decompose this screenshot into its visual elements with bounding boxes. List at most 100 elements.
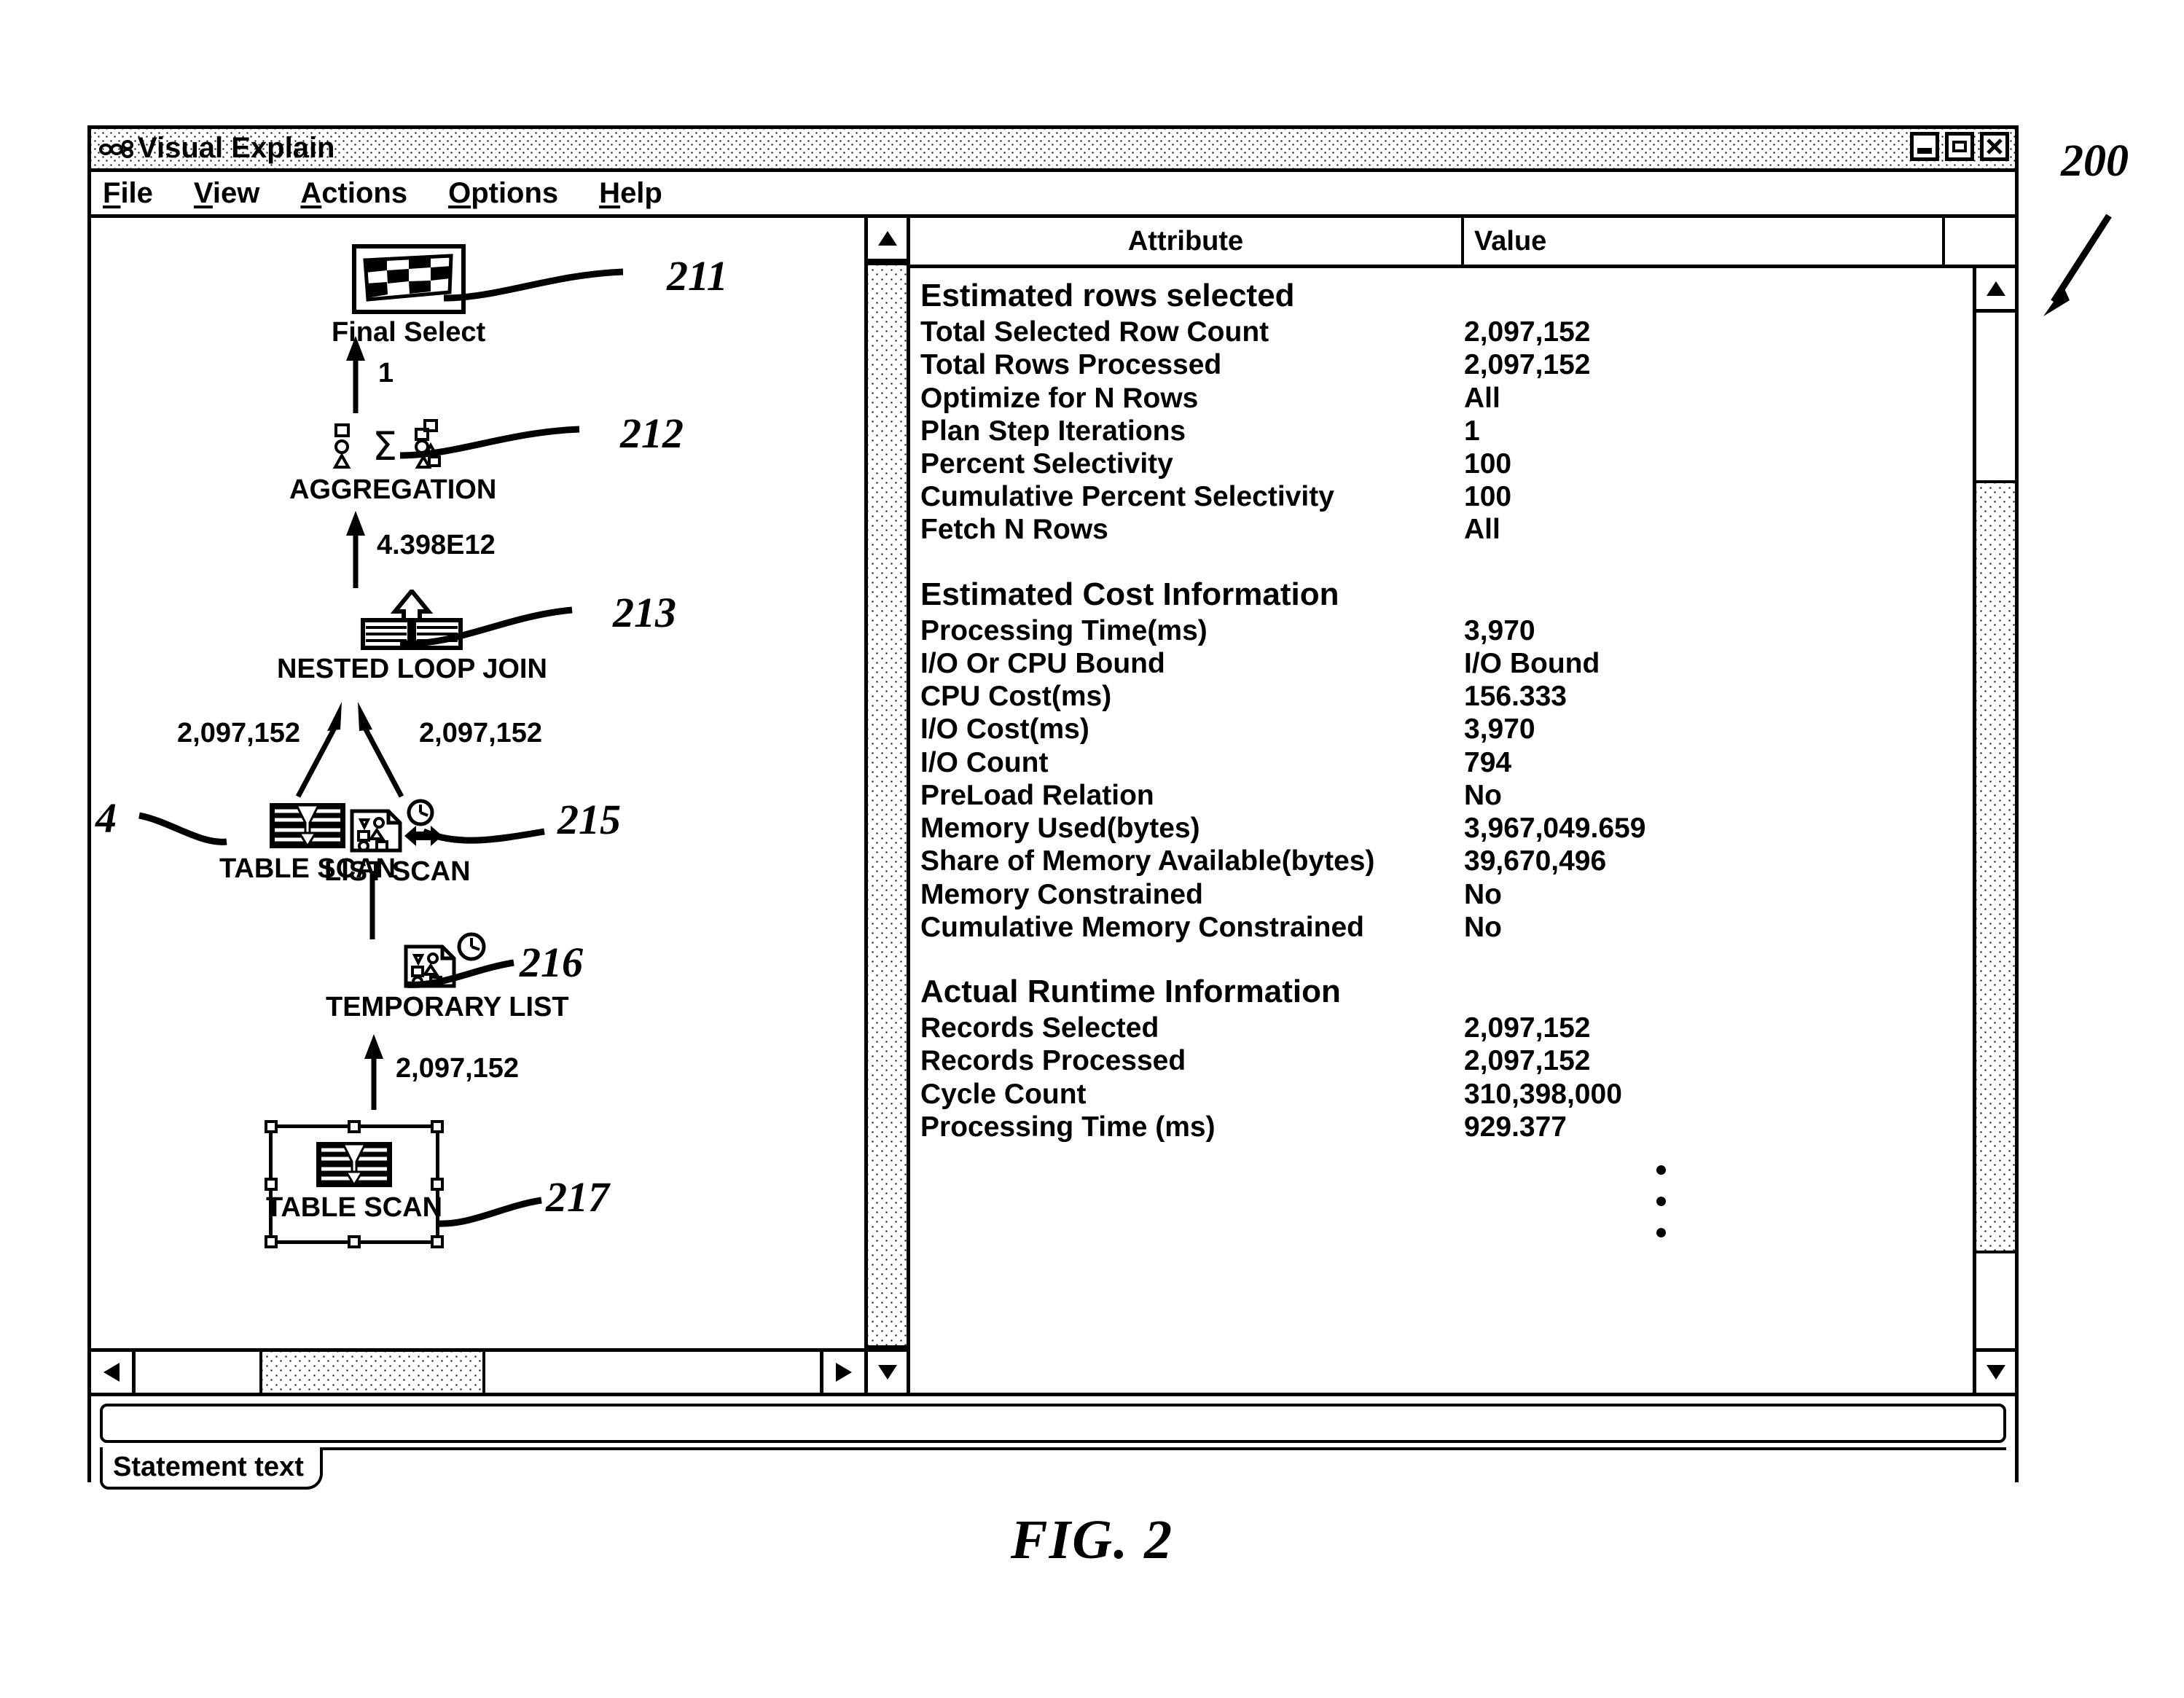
scroll-track-after[interactable] — [485, 1352, 820, 1393]
table-row[interactable]: Memory Used(bytes) 3,967,049.659 — [920, 812, 1973, 845]
statement-text-input[interactable] — [100, 1404, 2006, 1443]
attribute-vertical-scroll-track[interactable] — [1976, 313, 2015, 1348]
attribute-scroll-down-button[interactable] — [1976, 1348, 2015, 1393]
graph-node-label: TABLE SCAN — [265, 1192, 443, 1223]
table-row[interactable]: Cumulative Memory Constrained No — [920, 911, 1973, 944]
scroll-left-button[interactable] — [91, 1352, 136, 1393]
selection-box[interactable]: TABLE SCAN — [265, 1120, 444, 1248]
graph-vertical-scrollbar[interactable] — [868, 218, 910, 1393]
table-row[interactable]: I/O Or CPU Bound I/O Bound — [920, 647, 1973, 680]
attribute-value: 1 — [1464, 415, 1480, 447]
query-graph-pane: Final Select 211 1 Σ AGGREGATION 212 4.3… — [91, 218, 868, 1393]
attribute-key: I/O Cost(ms) — [920, 713, 1089, 746]
menu-mnemonic: F — [103, 177, 121, 209]
table-row[interactable]: I/O Cost(ms) 3,970 — [920, 713, 1973, 746]
attribute-key: Cumulative Memory Constrained — [920, 911, 1364, 943]
graph-vertical-scroll-thumb[interactable] — [868, 262, 907, 1348]
resize-handle-se[interactable] — [431, 1235, 444, 1248]
scroll-track-after[interactable] — [1976, 1253, 2015, 1348]
table-row[interactable]: CPU Cost(ms) 156.333 — [920, 680, 1973, 713]
graph-scroll-up-button[interactable] — [868, 218, 907, 262]
callout-leader-216 — [405, 959, 514, 988]
graph-horizontal-scrollbar[interactable] — [91, 1348, 864, 1393]
callout-leader-213 — [399, 606, 573, 647]
resize-handle-s[interactable] — [348, 1235, 361, 1248]
maximize-icon — [1952, 141, 1967, 152]
attribute-value: 3,967,049.659 — [1464, 813, 1646, 845]
menu-item-options[interactable]: Options — [448, 179, 558, 208]
table-row[interactable]: Processing Time(ms) 3,970 — [920, 614, 1973, 647]
callout-leader-211 — [443, 268, 624, 302]
menu-label-rest: ile — [120, 177, 153, 209]
table-row[interactable]: Cycle Count 310,398,000 — [920, 1078, 1973, 1111]
graph-node-table-scan-selected[interactable]: TABLE SCAN — [266, 1140, 442, 1224]
callout-leader-214 — [138, 812, 227, 845]
scroll-right-button[interactable] — [820, 1352, 864, 1393]
table-row[interactable]: Fetch N Rows All — [920, 513, 1973, 546]
menu-item-help[interactable]: Help — [599, 179, 662, 208]
horizontal-scroll-thumb[interactable] — [259, 1352, 485, 1393]
table-row[interactable]: Processing Time (ms) 929.377 — [920, 1111, 1973, 1143]
resize-handle-ne[interactable] — [431, 1120, 444, 1133]
table-row[interactable]: Optimize for N Rows All — [920, 382, 1973, 415]
table-row[interactable]: Share of Memory Available(bytes) 39,670,4… — [920, 845, 1973, 877]
window-controls — [1910, 132, 2009, 161]
attribute-value: No — [1464, 878, 1502, 910]
table-row[interactable]: Total Rows Processed 2,097,152 — [920, 348, 1973, 381]
table-row[interactable]: Cumulative Percent Selectivity 100 — [920, 480, 1973, 513]
callout-217: 217 — [546, 1173, 609, 1221]
graph-vertical-scroll-track[interactable] — [868, 262, 907, 1348]
window-titlebar[interactable]: Visual Explain — [91, 129, 2015, 172]
query-graph-canvas[interactable]: Final Select 211 1 Σ AGGREGATION 212 4.3… — [91, 218, 864, 1348]
column-header-value[interactable]: Value — [1464, 218, 1945, 265]
tab-statement-text[interactable]: Statement text — [100, 1447, 323, 1490]
menu-mnemonic: A — [300, 177, 322, 209]
table-row[interactable]: I/O Count 794 — [920, 746, 1973, 779]
resize-handle-nw[interactable] — [265, 1120, 278, 1133]
table-scan-icon — [316, 1142, 392, 1187]
figure-ref-200: 200 — [2061, 136, 2129, 186]
attribute-vertical-scroll-thumb[interactable] — [1976, 480, 2015, 1253]
window-title: Visual Explain — [138, 132, 335, 164]
triangle-right-icon — [836, 1363, 852, 1382]
attribute-table-header: Attribute Value — [910, 218, 2015, 268]
table-row[interactable]: PreLoad Relation No — [920, 779, 1973, 812]
attribute-vertical-scrollbar[interactable] — [1973, 268, 2015, 1393]
triangle-down-icon — [1986, 1365, 2005, 1380]
table-row[interactable]: Plan Step Iterations 1 — [920, 415, 1973, 447]
table-row[interactable]: Total Selected Row Count 2,097,152 — [920, 316, 1973, 348]
attribute-table-body: Estimated rows selected Total Selected R… — [910, 268, 2015, 1393]
minimize-button[interactable] — [1910, 132, 1939, 161]
resize-handle-sw[interactable] — [265, 1235, 278, 1248]
maximize-button[interactable] — [1945, 132, 1974, 161]
ellipsis-dot — [1656, 1228, 1666, 1238]
attribute-key: CPU Cost(ms) — [920, 681, 1112, 713]
attribute-value: 2,097,152 — [1464, 1012, 1591, 1044]
resize-handle-n[interactable] — [348, 1120, 361, 1133]
callout-leader-215 — [422, 828, 545, 844]
scroll-track-before[interactable] — [136, 1352, 259, 1393]
menu-item-file[interactable]: File — [103, 179, 153, 208]
attribute-rows-container[interactable]: Estimated rows selected Total Selected R… — [910, 268, 1973, 1393]
graph-scroll-down-button[interactable] — [868, 1348, 907, 1393]
horizontal-scroll-track[interactable] — [136, 1352, 820, 1393]
menu-item-view[interactable]: View — [194, 179, 259, 208]
close-button[interactable] — [1980, 132, 2009, 161]
callout-leader-217 — [437, 1197, 542, 1227]
edge-label-final-select-in: 1 — [378, 358, 394, 388]
menubar: File View Actions Options Help — [91, 172, 2015, 218]
menu-mnemonic: V — [193, 177, 213, 209]
attribute-value: No — [1464, 911, 1502, 943]
column-header-attribute[interactable]: Attribute — [910, 218, 1464, 265]
table-row[interactable]: Records Processed 2,097,152 — [920, 1044, 1973, 1077]
table-row[interactable]: Percent Selectivity 100 — [920, 447, 1973, 480]
scroll-track-before[interactable] — [1976, 313, 2015, 480]
table-row[interactable]: Records Selected 2,097,152 — [920, 1012, 1973, 1044]
menu-mnemonic: H — [599, 177, 621, 209]
attribute-key: Percent Selectivity — [920, 447, 1173, 480]
attribute-scroll-up-button[interactable] — [1976, 268, 2015, 313]
table-row[interactable]: Memory Constrained No — [920, 878, 1973, 911]
section-title-estimated-cost-information: Estimated Cost Information — [920, 576, 1339, 612]
menu-item-actions[interactable]: Actions — [300, 179, 407, 208]
callout-216: 216 — [520, 939, 583, 986]
